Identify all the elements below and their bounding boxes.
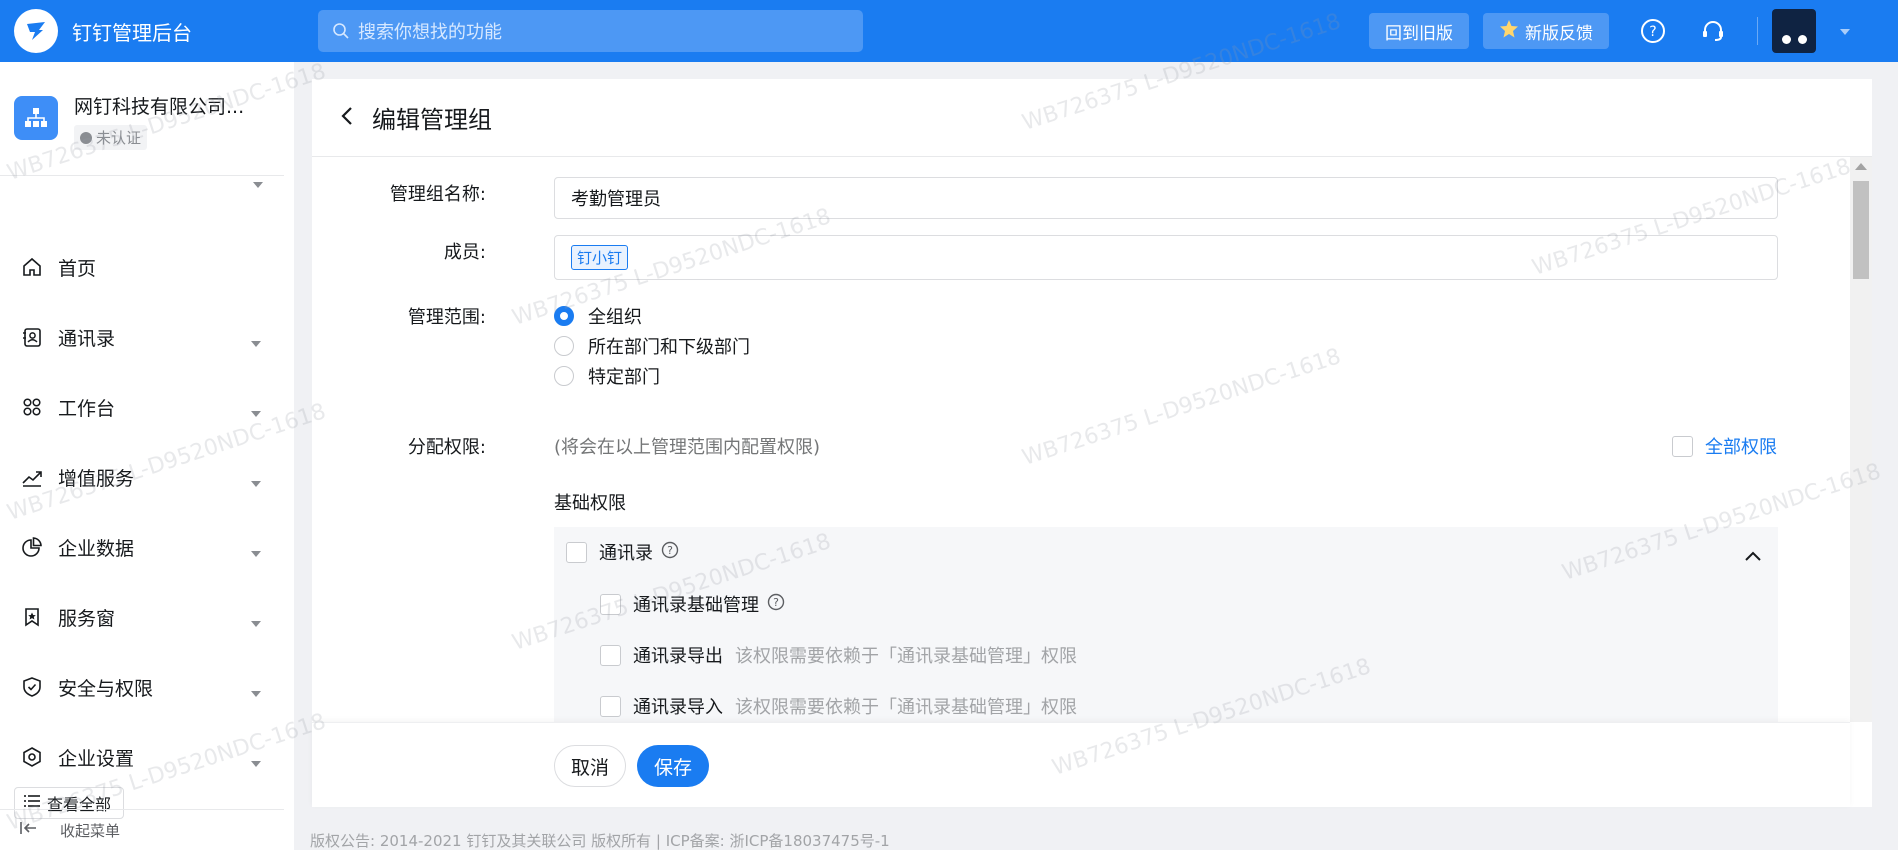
checkbox[interactable] [566, 541, 587, 563]
checkbox[interactable] [600, 695, 621, 717]
pie-chart-icon [20, 535, 44, 559]
help-icon[interactable]: ? [1633, 11, 1673, 51]
perm-contacts[interactable]: 通讯录 ? [566, 539, 679, 565]
chevron-down-icon [250, 403, 262, 422]
checkbox[interactable] [600, 593, 621, 615]
sidebar: 网钉科技有限公司... 未认证 首页 通讯录 工作台 增值服务 企业数据 服务窗… [0, 62, 294, 850]
brand[interactable]: 钉钉管理后台 [0, 9, 318, 53]
svg-text:?: ? [1649, 24, 1656, 40]
main-panel: 编辑管理组 管理组名称: 考勤管理员 成员: 钉小钉 管理范围: 全组织 所在部… [312, 79, 1872, 807]
save-button[interactable]: 保存 [637, 745, 709, 787]
topbar-divider [1757, 17, 1758, 45]
edit-form: 管理组名称: 考勤管理员 成员: 钉小钉 管理范围: 全组织 所在部门和下级部门… [312, 157, 1850, 722]
back-to-old-button[interactable]: 回到旧版 [1369, 13, 1469, 49]
chevron-down-icon [250, 473, 262, 492]
org-chevron-down-icon[interactable] [252, 174, 264, 193]
sidebar-item-enterprise-data[interactable]: 企业数据 [0, 512, 294, 582]
member-tag[interactable]: 钉小钉 [571, 245, 629, 270]
perm-contacts-basic[interactable]: 通讯录基础管理 ? [600, 591, 785, 617]
help-icon[interactable]: ? [661, 541, 679, 564]
organization-icon [14, 96, 58, 140]
scope-option-dept[interactable]: 所在部门和下级部门 [554, 333, 750, 359]
sidebar-item-settings[interactable]: 企业设置 [0, 722, 294, 792]
scrollbar[interactable] [1850, 157, 1872, 722]
unverified-icon [80, 131, 92, 144]
radio [554, 336, 574, 356]
top-bar: 钉钉管理后台 搜索你想找的功能 回到旧版 新版反馈 ? [0, 0, 1898, 62]
sidebar-item-security[interactable]: 安全与权限 [0, 652, 294, 722]
org-name: 网钉科技有限公司... [74, 96, 245, 118]
collapse-menu-button[interactable]: 收起菜单 [0, 809, 284, 850]
members-label: 成员: [443, 242, 486, 263]
perm-contacts-export[interactable]: 通讯录导出 该权限需要依赖于「通讯录基础管理」权限 [600, 642, 1077, 668]
search-icon [333, 23, 349, 39]
radio-selected [554, 306, 574, 326]
chevron-down-icon [250, 543, 262, 562]
chevron-down-icon [250, 613, 262, 632]
bookmark-icon [20, 605, 44, 629]
chevron-down-icon[interactable] [1838, 22, 1852, 41]
copyright-text: 版权公告: 2014-2021 钉钉及其关联公司 版权所有 | ICP备案: 浙… [310, 832, 890, 850]
feedback-star-icon [1499, 19, 1519, 44]
sidebar-item-contacts[interactable]: 通讯录 [0, 302, 294, 372]
permissions-box: 通讯录 ? 通讯录基础管理 ? 通讯录导出 该权限需要依赖于「通讯录基础管理」权… [554, 527, 1778, 722]
home-icon [20, 255, 44, 279]
page-header: 编辑管理组 [312, 79, 1872, 157]
avatar[interactable] [1772, 9, 1816, 53]
scrollbar-thumb[interactable] [1853, 181, 1869, 279]
search-placeholder: 搜索你想找的功能 [358, 22, 502, 43]
checkbox [1672, 435, 1693, 457]
sidebar-item-service-window[interactable]: 服务窗 [0, 582, 294, 652]
chevron-down-icon [250, 753, 262, 772]
basic-permissions-title: 基础权限 [554, 493, 626, 514]
scope-option-org[interactable]: 全组织 [554, 303, 642, 329]
chevron-up-icon[interactable] [1744, 547, 1762, 566]
perm-contacts-import[interactable]: 通讯录导入 该权限需要依赖于「通讯录基础管理」权限 [600, 693, 1077, 719]
collapse-icon [20, 820, 38, 840]
scope-option-specific[interactable]: 特定部门 [554, 363, 660, 389]
sidebar-item-workbench[interactable]: 工作台 [0, 372, 294, 442]
feedback-button[interactable]: 新版反馈 [1483, 13, 1609, 49]
sidebar-item-value-added[interactable]: 增值服务 [0, 442, 294, 512]
group-name-field[interactable]: 考勤管理员 [554, 177, 1778, 219]
dingtalk-logo-icon [14, 9, 58, 53]
app-title: 钉钉管理后台 [72, 20, 192, 45]
permissions-hint: (将会在以上管理范围内配置权限) [554, 437, 821, 458]
contacts-icon [20, 325, 44, 349]
feedback-label: 新版反馈 [1525, 23, 1593, 44]
chevron-down-icon [250, 683, 262, 702]
search-input[interactable]: 搜索你想找的功能 [318, 10, 863, 52]
workbench-icon [20, 395, 44, 419]
all-permissions-checkbox[interactable]: 全部权限 [1672, 433, 1777, 459]
chevron-down-icon [250, 333, 262, 352]
help-icon[interactable]: ? [767, 593, 785, 616]
radio [554, 366, 574, 386]
scroll-up-arrow-icon[interactable] [1855, 163, 1867, 170]
page-title: 编辑管理组 [372, 106, 492, 134]
customer-service-icon[interactable] [1693, 11, 1733, 51]
scope-label: 管理范围: [407, 307, 486, 328]
shield-icon [20, 675, 44, 699]
checkbox[interactable] [600, 644, 621, 666]
members-field[interactable]: 钉小钉 [554, 235, 1778, 280]
nav-menu: 首页 通讯录 工作台 增值服务 企业数据 服务窗 安全与权限 企业设置 [0, 232, 294, 792]
cancel-button[interactable]: 取消 [554, 745, 626, 787]
back-arrow-icon[interactable] [340, 105, 354, 131]
permissions-label: 分配权限: [407, 437, 486, 458]
trend-icon [20, 465, 44, 489]
group-name-label: 管理组名称: [389, 184, 486, 205]
svg-text:?: ? [667, 544, 673, 557]
svg-text:?: ? [773, 596, 779, 609]
sidebar-item-home[interactable]: 首页 [0, 232, 294, 302]
verification-badge: 未认证 [74, 125, 148, 150]
settings-icon [20, 745, 44, 769]
org-switcher[interactable]: 网钉科技有限公司... 未认证 [0, 62, 284, 176]
action-bar: 取消 保存 [312, 722, 1850, 807]
